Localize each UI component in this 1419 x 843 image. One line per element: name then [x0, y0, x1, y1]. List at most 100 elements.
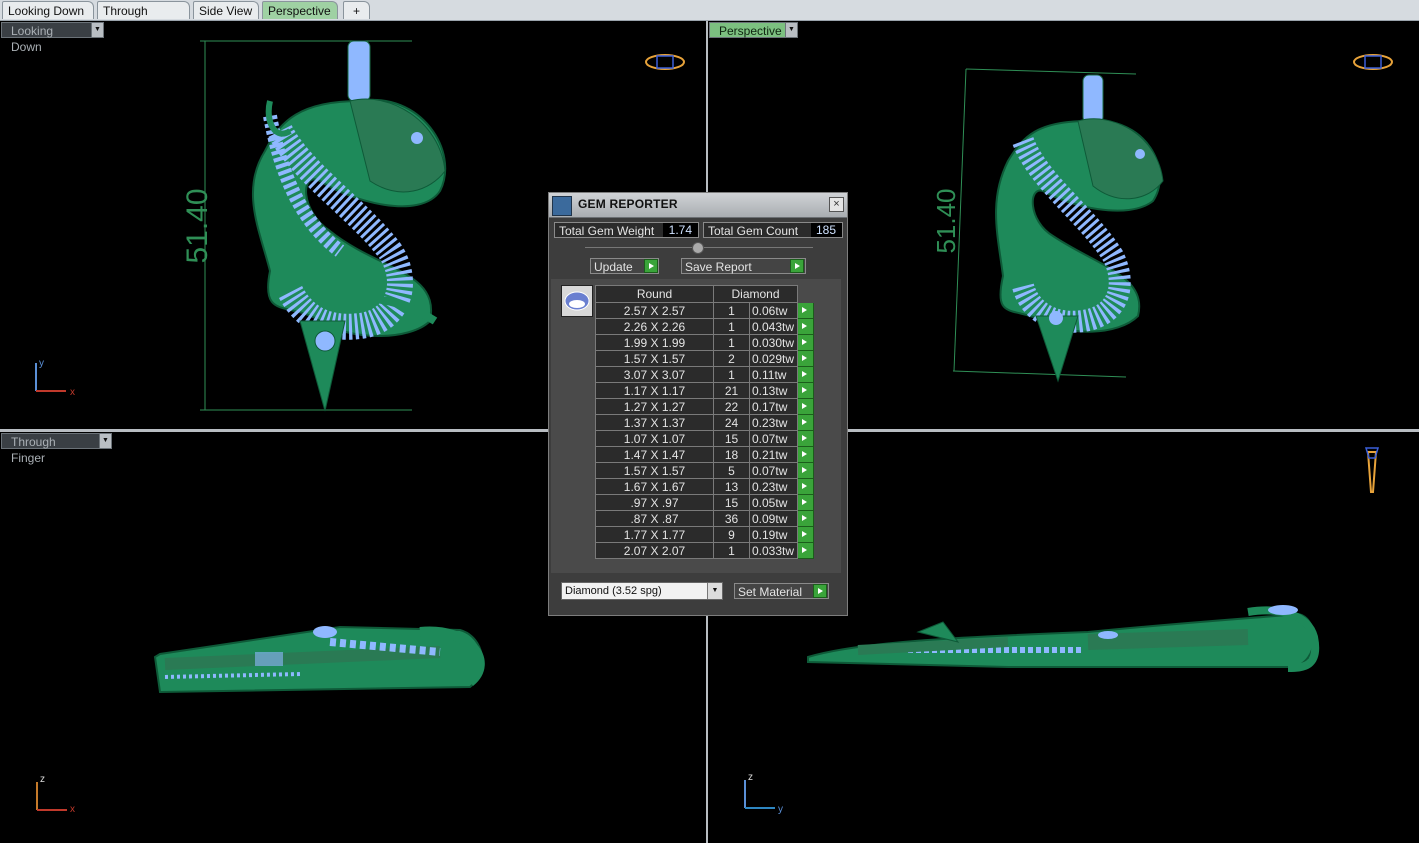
table-row[interactable]: 2.26 X 2.26 1 0.043tw — [595, 318, 814, 335]
svg-text:x: x — [70, 387, 75, 398]
column-header-material: Diamond — [713, 285, 798, 303]
tab-perspective[interactable]: Perspective — [262, 1, 338, 19]
table-row[interactable]: 1.67 X 1.67 13 0.23tw — [595, 478, 814, 495]
view-cube-icon[interactable] — [1353, 54, 1393, 70]
axis-indicator: z x — [36, 774, 75, 815]
gem-weight-cell: 0.23tw — [749, 478, 798, 495]
gem-size-cell: 1.47 X 1.47 — [595, 446, 714, 463]
panel-title: GEM REPORTER — [578, 197, 678, 211]
select-gem-go-icon[interactable] — [797, 478, 814, 495]
update-go-icon[interactable] — [644, 259, 658, 273]
gem-count-cell: 24 — [713, 414, 750, 431]
select-gem-go-icon[interactable] — [797, 398, 814, 415]
select-gem-go-icon[interactable] — [797, 334, 814, 351]
select-gem-go-icon[interactable] — [797, 510, 814, 527]
table-row[interactable]: 2.57 X 2.57 1 0.06tw — [595, 302, 814, 319]
tab-side-view[interactable]: Side View — [193, 1, 259, 19]
select-gem-go-icon[interactable] — [797, 382, 814, 399]
select-gem-go-icon[interactable] — [797, 350, 814, 367]
select-gem-go-icon[interactable] — [797, 302, 814, 319]
dimension-value: 51.40 — [931, 188, 961, 253]
gem-weight-cell: 0.09tw — [749, 510, 798, 527]
gem-weight-cell: 0.033tw — [749, 542, 798, 559]
gem-size-cell: 1.77 X 1.77 — [595, 526, 714, 543]
select-gem-go-icon[interactable] — [797, 446, 814, 463]
gem-weight-cell: 0.21tw — [749, 446, 798, 463]
table-row[interactable]: 2.07 X 2.07 1 0.033tw — [595, 542, 814, 559]
tab-looking-down[interactable]: Looking Down — [2, 1, 94, 19]
round-gem-icon[interactable] — [561, 285, 593, 317]
gem-count-cell: 1 — [713, 366, 750, 383]
gem-count-cell: 36 — [713, 510, 750, 527]
select-gem-go-icon[interactable] — [797, 430, 814, 447]
select-gem-go-icon[interactable] — [797, 318, 814, 335]
collapse-toggle[interactable] — [692, 242, 704, 254]
table-row[interactable]: 1.57 X 1.57 2 0.029tw — [595, 350, 814, 367]
svg-text:y: y — [778, 804, 783, 815]
table-row[interactable]: 1.27 X 1.27 22 0.17tw — [595, 398, 814, 415]
tab-through-finger[interactable]: Through Finger — [97, 1, 190, 36]
view-cube-icon[interactable] — [1364, 447, 1380, 493]
set-material-go-icon[interactable] — [813, 584, 827, 598]
gem-size-cell: .87 X .87 — [595, 510, 714, 527]
table-row[interactable]: .87 X .87 36 0.09tw — [595, 510, 814, 527]
gem-size-cell: 1.57 X 1.57 — [595, 462, 714, 479]
gem-count-cell: 22 — [713, 398, 750, 415]
gem-size-cell: 1.67 X 1.67 — [595, 478, 714, 495]
gem-size-cell: 1.27 X 1.27 — [595, 398, 714, 415]
select-gem-go-icon[interactable] — [797, 414, 814, 431]
gem-size-cell: 2.07 X 2.07 — [595, 542, 714, 559]
gem-reporter-panel: GEM REPORTER × Total Gem Weight 1.74 Tot… — [548, 192, 848, 616]
total-gem-count-value: 185 — [811, 223, 842, 237]
table-row[interactable]: 1.17 X 1.17 21 0.13tw — [595, 382, 814, 399]
gem-weight-cell: 0.06tw — [749, 302, 798, 319]
gem-count-cell: 5 — [713, 462, 750, 479]
chevron-down-icon[interactable]: ▼ — [707, 583, 722, 599]
table-row[interactable]: 1.57 X 1.57 5 0.07tw — [595, 462, 814, 479]
axis-indicator: y x — [35, 358, 75, 398]
gem-weight-cell: 0.13tw — [749, 382, 798, 399]
gem-reporter-icon — [552, 196, 572, 216]
view-tab-bar: Looking Down Through Finger Side View Pe… — [0, 0, 1419, 36]
gem-weight-cell: 0.07tw — [749, 430, 798, 447]
gem-count-cell: 18 — [713, 446, 750, 463]
gem-weight-cell: 0.030tw — [749, 334, 798, 351]
gem-size-cell: .97 X .97 — [595, 494, 714, 511]
gem-count-cell: 2 — [713, 350, 750, 367]
save-report-button[interactable]: Save Report — [681, 258, 806, 274]
gem-weight-cell: 0.029tw — [749, 350, 798, 367]
gem-count-cell: 1 — [713, 542, 750, 559]
table-row[interactable]: 1.47 X 1.47 18 0.21tw — [595, 446, 814, 463]
select-gem-go-icon[interactable] — [797, 462, 814, 479]
dragon-model — [995, 74, 1164, 383]
svg-text:z: z — [40, 774, 45, 785]
gem-count-cell: 15 — [713, 430, 750, 447]
table-row[interactable]: 1.99 X 1.99 1 0.030tw — [595, 334, 814, 351]
close-icon[interactable]: × — [829, 197, 844, 212]
table-row[interactable]: 3.07 X 3.07 1 0.11tw — [595, 366, 814, 383]
table-row[interactable]: 1.07 X 1.07 15 0.07tw — [595, 430, 814, 447]
table-row[interactable]: 1.37 X 1.37 24 0.23tw — [595, 414, 814, 431]
table-row[interactable]: 1.77 X 1.77 9 0.19tw — [595, 526, 814, 543]
dragon-model — [807, 605, 1320, 672]
gem-weight-cell: 0.23tw — [749, 414, 798, 431]
gem-count-cell: 13 — [713, 478, 750, 495]
svg-text:x: x — [70, 804, 75, 815]
view-cube-icon[interactable] — [645, 54, 685, 70]
gem-weight-cell: 0.11tw — [749, 366, 798, 383]
gem-count-cell: 15 — [713, 494, 750, 511]
gem-count-cell: 1 — [713, 318, 750, 335]
select-gem-go-icon[interactable] — [797, 494, 814, 511]
gem-list-area: Round Diamond 2.57 X 2.57 1 0.06tw 2.26 X 2… — [551, 279, 841, 573]
gem-count-cell: 9 — [713, 526, 750, 543]
select-gem-go-icon[interactable] — [797, 526, 814, 543]
dragon-model — [153, 625, 485, 694]
gem-reporter-titlebar[interactable]: GEM REPORTER × — [549, 193, 847, 218]
table-row[interactable]: .97 X .97 15 0.05tw — [595, 494, 814, 511]
select-gem-go-icon[interactable] — [797, 542, 814, 559]
axis-indicator: z y — [744, 772, 783, 815]
material-select[interactable]: Diamond (3.52 spg) ▼ — [561, 582, 723, 600]
add-tab-button[interactable]: + — [343, 1, 370, 19]
save-report-go-icon[interactable] — [790, 259, 804, 273]
select-gem-go-icon[interactable] — [797, 366, 814, 383]
